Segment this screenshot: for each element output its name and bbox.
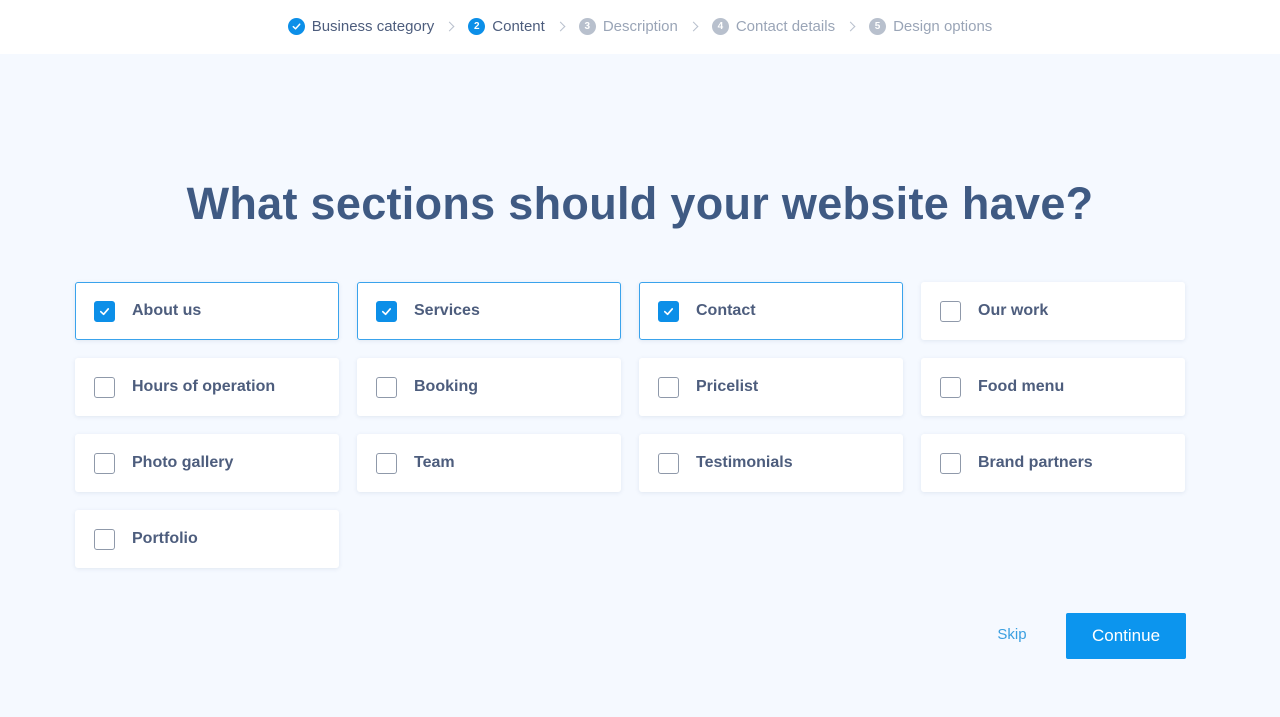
top-bar: Business category 2 Content 3 Descriptio… bbox=[0, 0, 1280, 54]
step-description[interactable]: 3 Description bbox=[578, 17, 678, 35]
option-label: Our work bbox=[978, 302, 1049, 319]
step-business-category[interactable]: Business category bbox=[287, 17, 435, 35]
step-contact-details[interactable]: 4 Contact details bbox=[711, 17, 836, 35]
option-label: Photo gallery bbox=[132, 454, 234, 471]
option-label: Hours of operation bbox=[132, 378, 276, 395]
option-label: Brand partners bbox=[978, 454, 1093, 471]
option-card[interactable]: Brand partners bbox=[921, 434, 1185, 492]
option-label: Booking bbox=[414, 378, 478, 395]
checkmark-icon bbox=[99, 307, 110, 315]
section-options-grid: About us Services Contact Our work Hours of … bbox=[75, 282, 1185, 568]
option-card[interactable]: Pricelist bbox=[639, 358, 903, 416]
option-card[interactable]: Contact bbox=[639, 282, 903, 340]
step-content[interactable]: 2 Content bbox=[468, 17, 545, 35]
checkbox[interactable] bbox=[940, 376, 961, 398]
option-card[interactable]: Booking bbox=[357, 358, 621, 416]
step-label: Design options bbox=[893, 17, 993, 35]
step-label: Contact details bbox=[735, 17, 836, 35]
checkmark-icon bbox=[663, 307, 674, 315]
step-design-options[interactable]: 5 Design options bbox=[869, 17, 993, 35]
step-number: 2 bbox=[468, 17, 486, 35]
checkbox[interactable] bbox=[658, 376, 679, 398]
option-label: Pricelist bbox=[696, 378, 759, 395]
step-label: Content bbox=[492, 17, 545, 35]
option-card[interactable]: Team bbox=[357, 434, 621, 492]
checkbox[interactable] bbox=[376, 300, 397, 322]
option-label: Services bbox=[414, 302, 480, 319]
option-card[interactable]: Hours of operation bbox=[75, 358, 339, 416]
checkbox[interactable] bbox=[658, 452, 679, 474]
option-card[interactable]: Services bbox=[357, 282, 621, 340]
option-label: Contact bbox=[696, 302, 756, 319]
option-card[interactable]: Testimonials bbox=[639, 434, 903, 492]
checkmark-icon bbox=[381, 307, 392, 315]
option-label: Team bbox=[414, 454, 455, 471]
checkbox[interactable] bbox=[940, 300, 961, 322]
checkbox[interactable] bbox=[94, 300, 115, 322]
option-label: Food menu bbox=[978, 378, 1065, 395]
option-card[interactable]: Our work bbox=[921, 282, 1185, 340]
checkbox[interactable] bbox=[940, 452, 961, 474]
option-label: About us bbox=[132, 302, 202, 319]
chevron-right-icon bbox=[555, 21, 566, 31]
step-number: 4 bbox=[711, 17, 729, 35]
option-card[interactable]: Portfolio bbox=[75, 510, 339, 568]
checkbox[interactable] bbox=[94, 528, 115, 550]
step-number: 3 bbox=[578, 17, 596, 35]
checkbox[interactable] bbox=[658, 300, 679, 322]
step-label: Description bbox=[602, 17, 678, 35]
checkbox[interactable] bbox=[376, 452, 397, 474]
option-label: Testimonials bbox=[696, 454, 793, 471]
check-icon bbox=[287, 17, 305, 35]
skip-link[interactable]: Skip bbox=[990, 626, 1034, 643]
option-card[interactable]: Food menu bbox=[921, 358, 1185, 416]
checkbox[interactable] bbox=[94, 376, 115, 398]
checkbox[interactable] bbox=[376, 376, 397, 398]
progress-steps: Business category 2 Content 3 Descriptio… bbox=[0, 0, 1280, 52]
option-card[interactable]: Photo gallery bbox=[75, 434, 339, 492]
page-title: What sections should your website have? bbox=[186, 178, 1094, 229]
chevron-right-icon bbox=[845, 21, 856, 31]
option-card[interactable]: About us bbox=[75, 282, 339, 340]
step-label: Business category bbox=[311, 17, 435, 35]
chevron-right-icon bbox=[688, 21, 699, 31]
continue-button[interactable]: Continue bbox=[1066, 613, 1186, 659]
step-number: 5 bbox=[869, 17, 887, 35]
chevron-right-icon bbox=[444, 21, 455, 31]
checkbox[interactable] bbox=[94, 452, 115, 474]
option-label: Portfolio bbox=[132, 530, 198, 547]
